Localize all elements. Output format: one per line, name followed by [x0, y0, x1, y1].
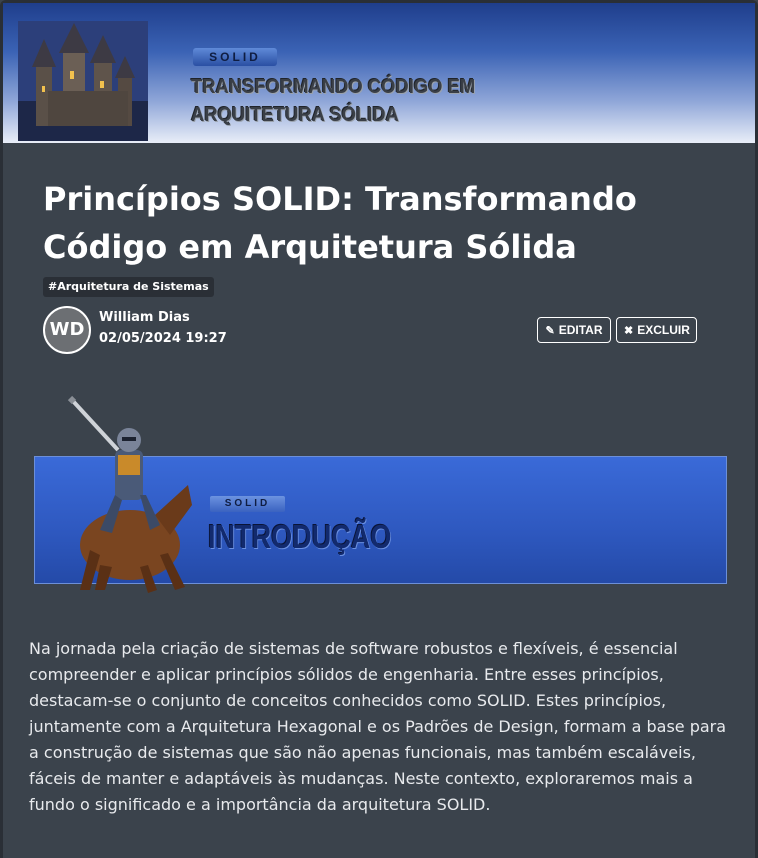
pencil-icon: ✎: [545, 325, 555, 337]
delete-button-label: EXCLUIR: [637, 323, 690, 337]
header-banner: SOLID TRANSFORMANDO CÓDIGO EM ARQUITETUR…: [3, 3, 755, 143]
edit-button[interactable]: ✎ EDITAR: [537, 317, 611, 343]
article-title: Princípios SOLID: Transformando Código e…: [43, 180, 637, 266]
banner-tag: SOLID: [193, 48, 277, 66]
edit-button-label: EDITAR: [558, 323, 603, 337]
category-tag[interactable]: #Arquitetura de Sistemas: [43, 277, 214, 297]
intro-paragraph: Na jornada pela criação de sistemas de s…: [29, 639, 727, 814]
castle-illustration: [18, 21, 148, 141]
author-name[interactable]: William Dias: [99, 310, 190, 325]
x-icon: ✖: [624, 325, 634, 337]
section-tag: SOLID: [210, 496, 285, 512]
knight-illustration: [67, 395, 192, 593]
delete-button[interactable]: ✖ EXCLUIR: [616, 317, 697, 343]
publish-date: 02/05/2024 19:27: [99, 331, 227, 346]
avatar[interactable]: WD: [43, 306, 91, 354]
section-title: INTRODUÇÃO: [208, 518, 392, 555]
banner-title: TRANSFORMANDO CÓDIGO EM ARQUITETURA SÓLI…: [191, 76, 476, 126]
